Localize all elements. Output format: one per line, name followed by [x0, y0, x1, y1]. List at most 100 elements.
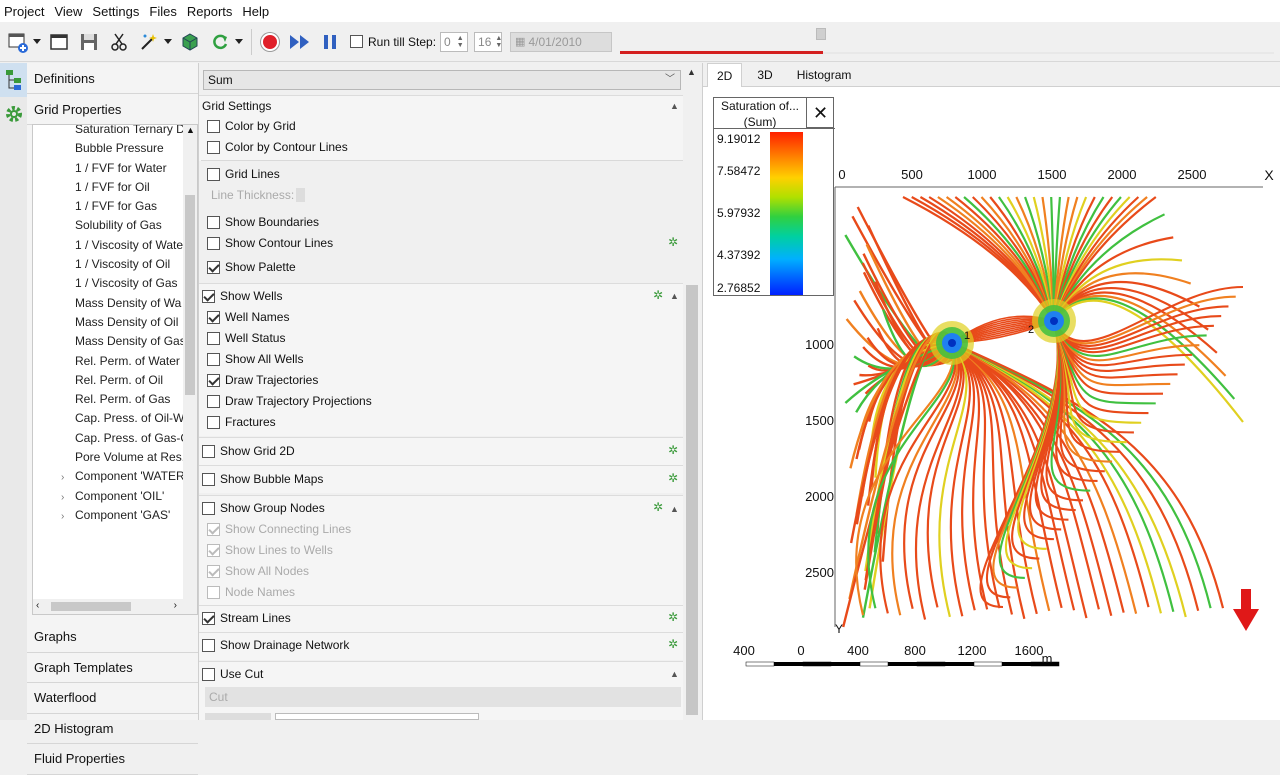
tree-scroll-thumb[interactable]	[185, 195, 195, 395]
menu-files[interactable]: Files	[145, 4, 180, 19]
tree-item[interactable]: Bubble Pressure	[33, 139, 197, 158]
nav-2d-histogram[interactable]: 2D Histogram	[27, 714, 198, 745]
use-cut[interactable]: Use Cut	[202, 665, 263, 683]
menu-view[interactable]: View	[50, 4, 86, 19]
menu-settings[interactable]: Settings	[88, 4, 143, 19]
chevron-right-icon[interactable]: ›	[61, 507, 75, 526]
nav-fluid-properties[interactable]: Fluid Properties	[27, 744, 198, 775]
tree-item[interactable]: Rel. Perm. of Gas	[33, 390, 197, 409]
tree-item[interactable]: Rel. Perm. of Water	[33, 352, 197, 371]
tree-hscroll-thumb[interactable]	[51, 602, 131, 611]
tree-item[interactable]: Mass Density of Gas	[33, 332, 197, 351]
magic-wand-icon[interactable]	[137, 30, 161, 54]
settings-scroll-thumb[interactable]	[686, 285, 698, 715]
draw-trajectories[interactable]: Draw Trajectories	[207, 371, 318, 389]
menu-reports[interactable]: Reports	[183, 4, 237, 19]
tree-horizontal-scrollbar[interactable]: ‹ ›	[33, 599, 197, 614]
well-names[interactable]: Well Names	[207, 308, 289, 326]
show-palette[interactable]: Show Palette	[207, 258, 296, 276]
gear-icon[interactable]: ✲	[653, 288, 663, 302]
run-till-step-checkbox[interactable]	[350, 35, 363, 48]
gear-icon[interactable]: ✲	[668, 637, 678, 651]
nav-waterflood[interactable]: Waterflood	[27, 683, 198, 714]
well-status[interactable]: Well Status	[207, 329, 285, 347]
window-icon[interactable]	[47, 30, 71, 54]
show-drainage-network[interactable]: Show Drainage Network	[202, 636, 349, 654]
gear-icon[interactable]: ✲	[653, 500, 663, 514]
tree-item[interactable]: Pore Volume at Res.	[33, 448, 197, 467]
show-boundaries[interactable]: Show Boundaries	[207, 213, 319, 231]
tree-component[interactable]: › Component 'OIL'	[33, 487, 197, 506]
fast-forward-button[interactable]	[288, 30, 312, 54]
tree-view-icon[interactable]	[0, 63, 27, 97]
tree-item[interactable]: Mass Density of Wa	[33, 294, 197, 313]
tree-component[interactable]: › Component 'GAS'	[33, 506, 197, 525]
chevron-right-icon[interactable]: ›	[61, 468, 75, 487]
aggregation-select[interactable]: Sum ﹀	[203, 70, 681, 90]
fractures[interactable]: Fractures	[207, 413, 276, 431]
well-marker[interactable]	[1032, 299, 1076, 343]
menu-help[interactable]: Help	[238, 4, 273, 19]
gear-icon[interactable]: ✲	[668, 471, 678, 485]
chevron-right-icon[interactable]: ›	[61, 488, 75, 507]
refresh-icon[interactable]	[208, 30, 232, 54]
chevron-down-icon[interactable]	[33, 39, 41, 44]
tree-item[interactable]: 1 / FVF for Gas	[33, 197, 197, 216]
gear-icon[interactable]	[0, 97, 27, 131]
record-button[interactable]	[258, 30, 282, 54]
gear-icon[interactable]: ✲	[668, 235, 678, 249]
tree-item[interactable]: Cap. Press. of Gas-O	[33, 429, 197, 448]
chevron-up-icon[interactable]: ▲	[670, 504, 679, 514]
tree-item[interactable]: Mass Density of Oil	[33, 313, 197, 332]
gear-icon[interactable]: ✲	[668, 443, 678, 457]
tree-item[interactable]: Cap. Press. of Oil-W	[33, 409, 197, 428]
save-icon[interactable]	[77, 30, 101, 54]
tree-item[interactable]: 1 / Viscosity of Oil	[33, 255, 197, 274]
chevron-up-icon[interactable]: ▲	[670, 101, 679, 111]
tree-item[interactable]: 1 / FVF for Water	[33, 159, 197, 178]
nav-graphs[interactable]: Graphs	[27, 622, 198, 653]
tree-item[interactable]: 1 / Viscosity of Wate	[33, 236, 197, 255]
step-from-input[interactable]: 0 ▲ ▼	[440, 31, 469, 52]
nav-grid-properties[interactable]: Grid Properties	[27, 94, 198, 125]
chevron-up-icon[interactable]: ▲	[670, 669, 679, 679]
draw-trajectory-projections[interactable]: Draw Trajectory Projections	[207, 392, 372, 410]
timeline-slider[interactable]	[620, 28, 1274, 54]
timeline-handle[interactable]	[816, 28, 827, 40]
show-contour-lines[interactable]: Show Contour Lines	[207, 234, 333, 252]
settings-scrollbar[interactable]: ▲	[685, 63, 699, 720]
show-bubble-maps[interactable]: Show Bubble Maps	[202, 470, 323, 488]
nav-definitions[interactable]: Definitions	[27, 63, 198, 94]
tree-item[interactable]: Saturation Ternary D	[33, 125, 197, 139]
gear-icon[interactable]: ✲	[668, 610, 678, 624]
tree-component[interactable]: › Component 'WATER	[33, 467, 197, 486]
well-marker[interactable]	[930, 321, 974, 365]
chevron-up-icon[interactable]: ▲	[670, 291, 679, 301]
color-by-grid[interactable]: Color by Grid	[207, 117, 296, 135]
tree-item[interactable]: 1 / FVF for Oil	[33, 178, 197, 197]
date-field[interactable]: ▦ 4/01/2010	[510, 31, 613, 52]
scroll-up-icon[interactable]: ▲	[687, 67, 696, 77]
tab-2d[interactable]: 2D	[707, 63, 743, 87]
scroll-right-icon[interactable]: ›	[174, 600, 177, 611]
new-project-icon[interactable]	[6, 30, 30, 54]
show-wells[interactable]: Show Wells	[202, 287, 282, 305]
tab-histogram[interactable]: Histogram	[788, 63, 861, 87]
pause-button[interactable]	[318, 30, 342, 54]
show-all-wells[interactable]: Show All Wells	[207, 350, 303, 368]
close-icon[interactable]: ✕	[806, 98, 834, 128]
stream-lines[interactable]: Stream Lines	[202, 609, 291, 627]
show-grid-2d[interactable]: Show Grid 2D	[202, 442, 295, 460]
line-thickness-slider[interactable]	[296, 188, 306, 202]
color-by-contour-lines[interactable]: Color by Contour Lines	[207, 138, 348, 156]
step-to-input[interactable]: 16 ▲ ▼	[474, 31, 502, 52]
tree-item[interactable]: Rel. Perm. of Oil	[33, 371, 197, 390]
tree-item[interactable]: Solubility of Gas	[33, 216, 197, 235]
tree-item[interactable]: 1 / Viscosity of Gas	[33, 274, 197, 293]
tab-3d[interactable]: 3D	[748, 63, 781, 87]
chevron-down-icon[interactable]	[235, 39, 243, 44]
chevron-down-icon[interactable]	[164, 39, 172, 44]
show-group-nodes[interactable]: Show Group Nodes	[202, 499, 325, 517]
cut-icon[interactable]	[107, 30, 131, 54]
grid-lines[interactable]: Grid Lines	[207, 165, 280, 183]
